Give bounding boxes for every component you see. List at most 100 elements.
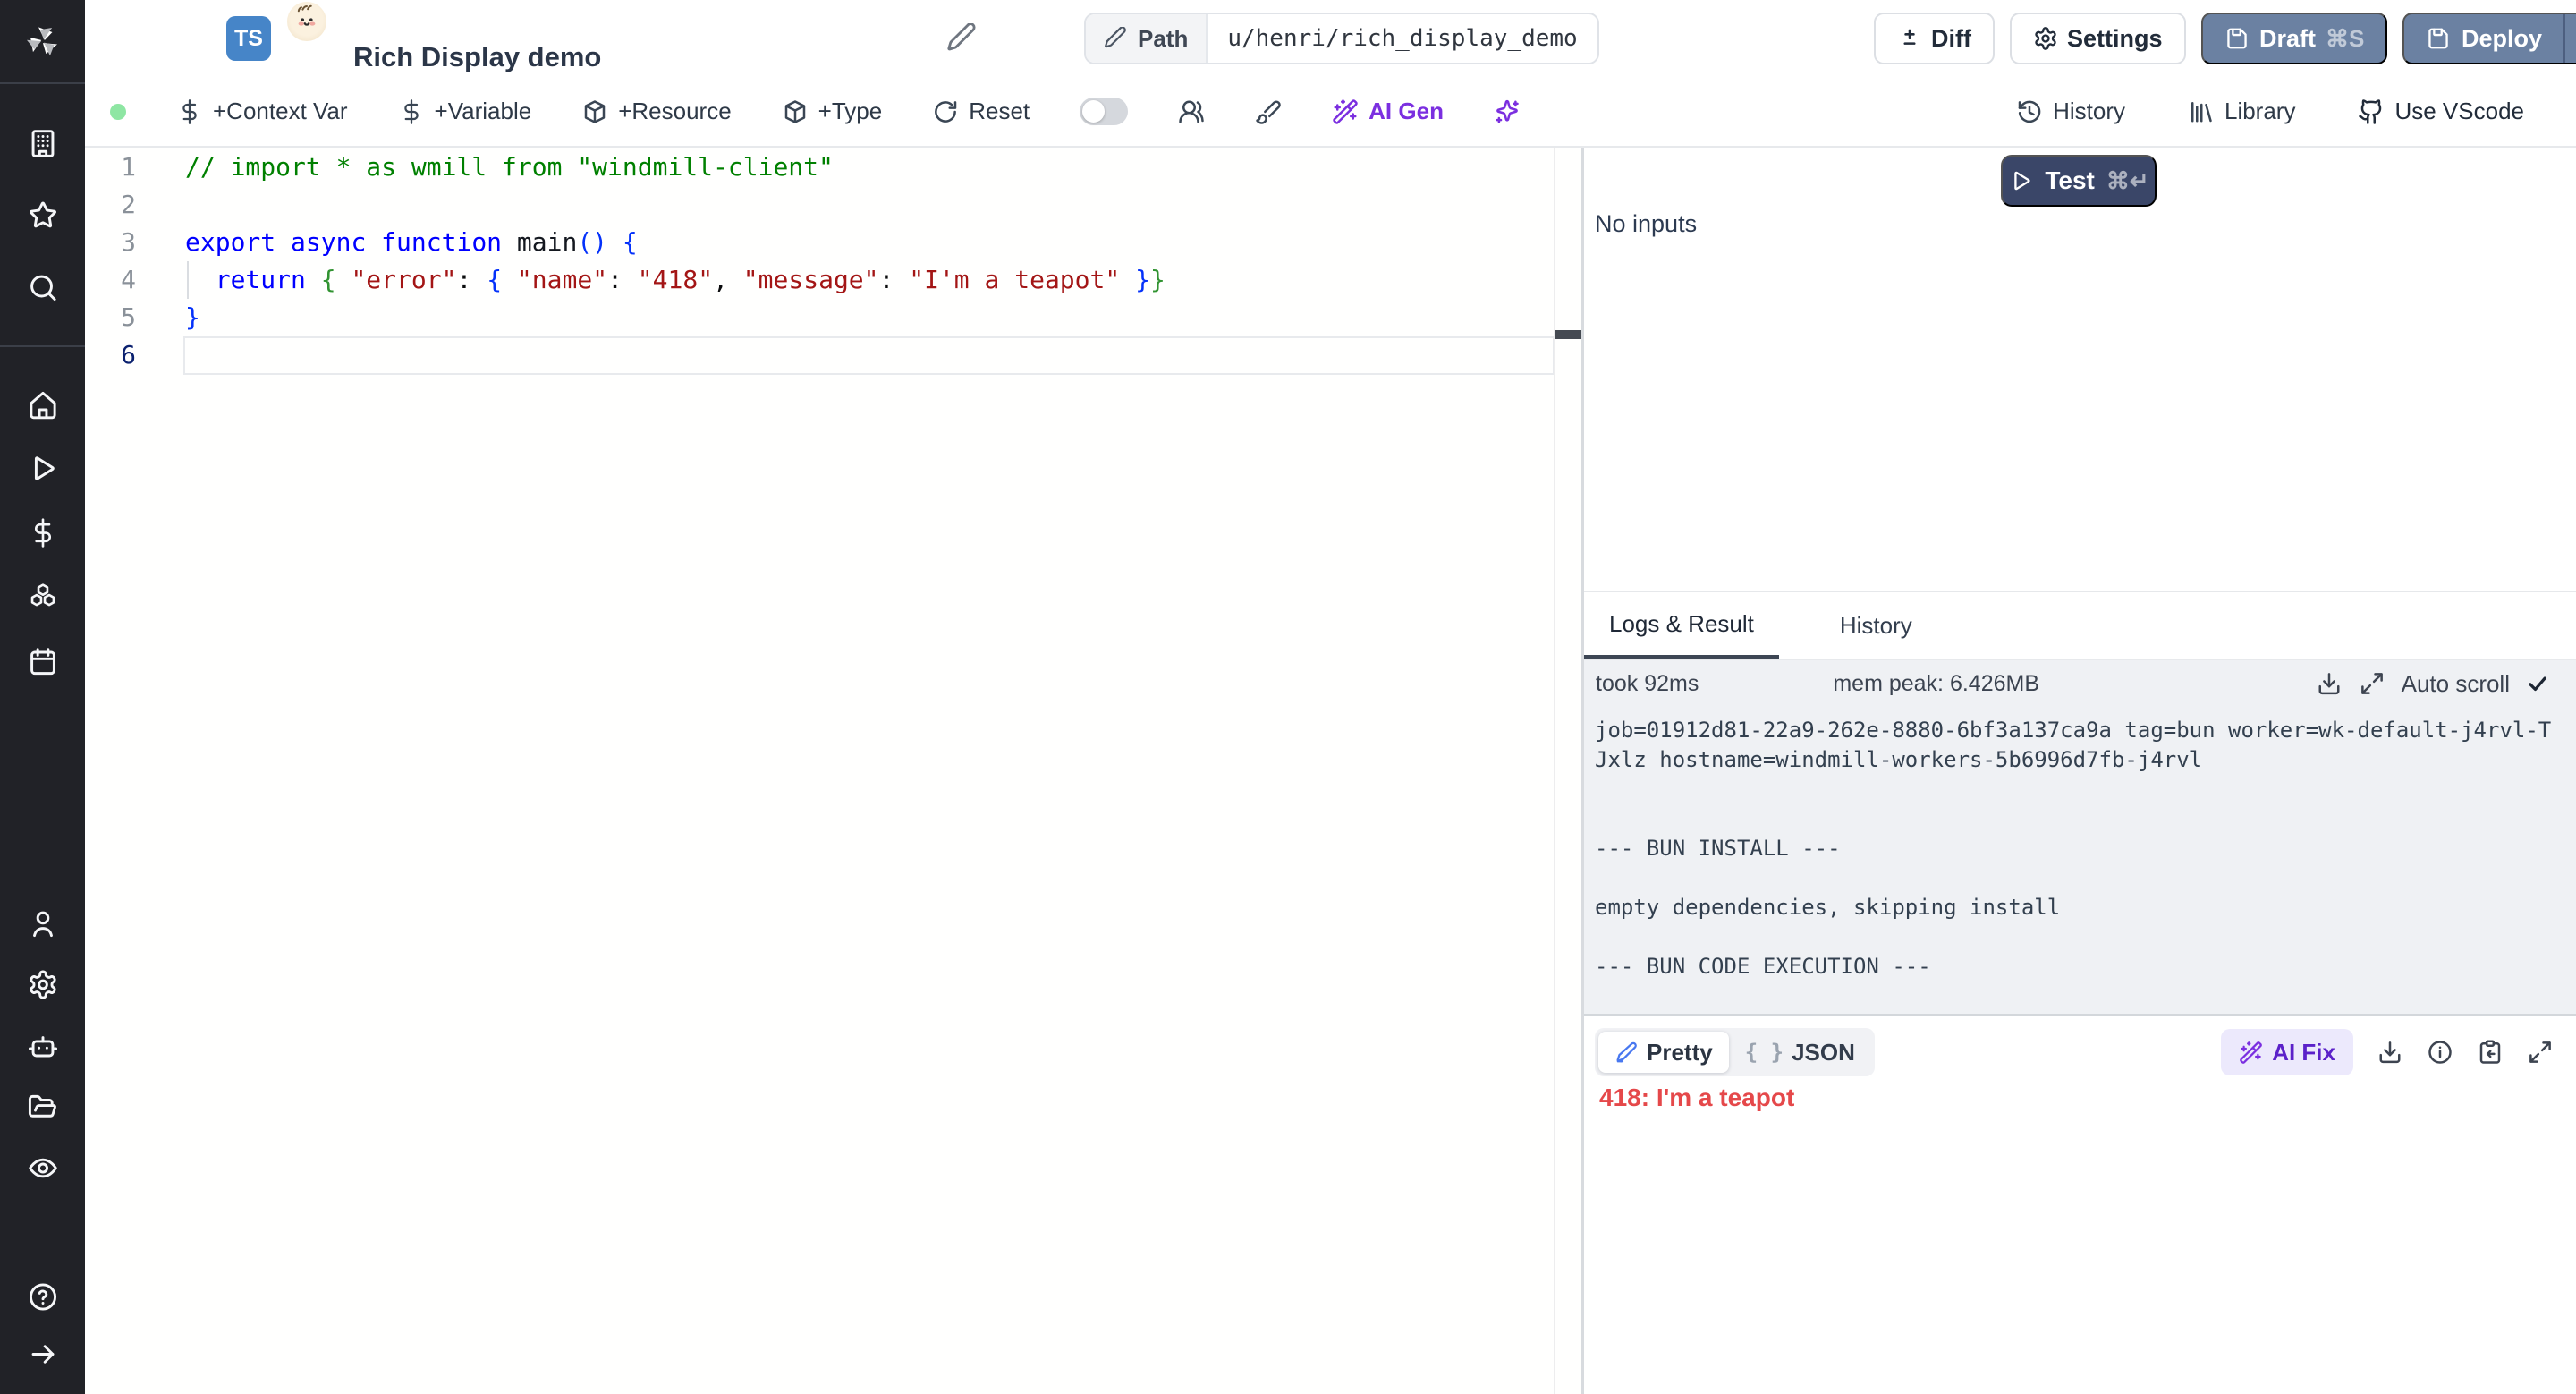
download-icon[interactable] — [2316, 670, 2343, 697]
play-icon — [2008, 168, 2033, 193]
diff-label: Diff — [1931, 25, 1971, 53]
boxes-icon[interactable] — [27, 582, 58, 613]
toolbar-left: +Context Var +Variable +Resource — [85, 98, 1521, 125]
line-number[interactable]: 6 — [85, 336, 185, 374]
save-icon — [2224, 26, 2250, 51]
add-type-button[interactable]: +Type — [782, 98, 883, 125]
sidebar-divider — [0, 345, 85, 347]
code-line[interactable]: export async function main() { — [185, 224, 638, 261]
info-icon[interactable] — [2427, 1039, 2453, 1066]
save-icon — [2426, 26, 2451, 51]
add-type-label: +Type — [818, 98, 883, 125]
check-icon[interactable] — [2526, 672, 2549, 695]
play-icon[interactable] — [27, 453, 58, 484]
deploy-button[interactable]: Deploy — [2402, 13, 2576, 64]
help-circle-icon[interactable] — [27, 1281, 58, 1313]
gear-icon[interactable] — [27, 969, 58, 1000]
edit-title-pencil-icon[interactable] — [946, 23, 977, 54]
overview-ruler[interactable] — [1554, 148, 1581, 1394]
ai-gen-button[interactable]: AI Gen — [1332, 98, 1444, 125]
clipboard-icon[interactable] — [2477, 1039, 2504, 1066]
wand-sparkles-icon — [2239, 1041, 2263, 1065]
path-button[interactable]: Path u/henri/rich_display_demo — [1084, 13, 1599, 64]
sparkles-icon[interactable] — [1494, 98, 1521, 125]
dollar-icon[interactable] — [27, 517, 58, 548]
result-section: Pretty { } JSON — [1584, 1016, 2576, 1394]
run-stats-bar: took 92ms mem peak: 6.426MB — [1584, 660, 2576, 707]
add-context-var-button[interactable]: +Context Var — [176, 98, 348, 125]
run-panel: Test ⌘↵ No inputs Logs & Result History … — [1581, 148, 2576, 1394]
braces-icon: { } — [1745, 1040, 1784, 1065]
line-number[interactable]: 5 — [85, 299, 185, 336]
draft-button[interactable]: Draft ⌘S — [2201, 13, 2387, 64]
paintbrush-icon[interactable] — [1255, 98, 1282, 125]
path-label: Path — [1138, 25, 1188, 53]
expand-icon[interactable] — [2527, 1039, 2554, 1066]
tab-logs-result[interactable]: Logs & Result — [1584, 592, 1779, 659]
users-icon[interactable] — [1178, 98, 1205, 125]
result-tabs: Logs & Result History — [1584, 592, 2576, 660]
eye-icon[interactable] — [27, 1152, 58, 1184]
pretty-toggle[interactable]: Pretty — [1598, 1032, 1729, 1073]
json-label: JSON — [1792, 1039, 1855, 1067]
dollar-icon — [398, 98, 425, 125]
test-button[interactable]: Test ⌘↵ — [2001, 155, 2157, 207]
deploy-main[interactable]: Deploy — [2404, 14, 2563, 63]
diff-mode-toggle[interactable] — [1080, 98, 1128, 125]
log-output: job=01912d81-22a9-262e-8880-6bf3a137ca9a… — [1595, 716, 2555, 982]
wand-sparkles-icon — [1332, 98, 1359, 125]
path-value: u/henri/rich_display_demo — [1208, 14, 1597, 63]
building-icon[interactable] — [27, 128, 58, 159]
use-vscode-button[interactable]: Use VScode — [2358, 98, 2524, 125]
add-variable-button[interactable]: +Variable — [398, 98, 532, 125]
diff-button[interactable]: Diff — [1874, 13, 1995, 64]
code-line[interactable]: } — [185, 299, 200, 336]
code-editor[interactable]: 123456 // import * as wmill from "windmi… — [85, 148, 1581, 1394]
ai-fix-label: AI Fix — [2272, 1039, 2335, 1067]
line-number[interactable]: 3 — [85, 224, 185, 261]
cursor-position-marker — [1555, 330, 1581, 339]
refresh-icon — [932, 98, 959, 125]
header: TS Rich Display demo — [85, 0, 2576, 78]
code-line[interactable]: // import * as wmill from "windmill-clie… — [185, 149, 834, 186]
add-resource-button[interactable]: +Resource — [581, 98, 731, 125]
plus-minus-icon — [1897, 26, 1922, 51]
arrow-right-icon[interactable] — [27, 1339, 58, 1370]
reset-button[interactable]: Reset — [932, 98, 1030, 125]
package-icon — [782, 98, 809, 125]
mem-peak-text: mem peak: 6.426MB — [1833, 671, 2039, 697]
line-number[interactable]: 4 — [85, 261, 185, 299]
calendar-icon[interactable] — [27, 646, 58, 677]
no-inputs-text: No inputs — [1595, 210, 1697, 238]
history-clock-icon — [2016, 98, 2043, 125]
library-label: Library — [2224, 98, 2295, 125]
tab-history[interactable]: History — [1815, 592, 1937, 659]
expand-icon[interactable] — [2359, 670, 2385, 697]
result-view-switch: Pretty { } JSON — [1595, 1028, 1875, 1076]
pencil-icon — [1104, 27, 1127, 50]
search-icon[interactable] — [27, 272, 58, 303]
json-toggle[interactable]: { } JSON — [1729, 1032, 1871, 1073]
deploy-dropdown[interactable] — [2565, 14, 2576, 63]
library-button[interactable]: Library — [2188, 98, 2295, 125]
inputs-section: Test ⌘↵ No inputs — [1584, 148, 2576, 592]
ai-fix-button[interactable]: AI Fix — [2221, 1029, 2353, 1075]
toolbar-right: History Library Use VScode — [2016, 98, 2576, 125]
folder-open-icon[interactable] — [27, 1092, 58, 1124]
result-actions: AI Fix — [2221, 1029, 2554, 1075]
result-value: 418: I'm a teapot — [1599, 1084, 2576, 1112]
history-button[interactable]: History — [2016, 98, 2125, 125]
status-dot — [110, 104, 126, 120]
download-icon[interactable] — [2377, 1039, 2403, 1066]
line-number[interactable]: 2 — [85, 186, 185, 224]
user-icon[interactable] — [27, 908, 58, 939]
settings-button[interactable]: Settings — [2010, 13, 2186, 64]
code-line[interactable]: return { "error": { "name": "418", "mess… — [185, 261, 1165, 299]
star-icon[interactable] — [27, 200, 58, 232]
line-number[interactable]: 1 — [85, 149, 185, 186]
windmill-logo-icon[interactable] — [21, 20, 64, 63]
robot-icon[interactable] — [27, 1032, 58, 1063]
home-icon[interactable] — [27, 389, 58, 421]
current-line-highlight — [183, 336, 1555, 375]
typescript-badge: TS — [226, 16, 271, 61]
